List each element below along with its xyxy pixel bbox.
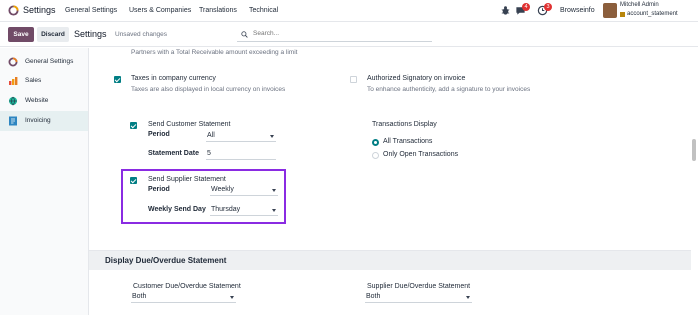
debug-bug-icon[interactable] <box>500 5 511 16</box>
chevron-down-icon <box>272 209 276 212</box>
company-switcher[interactable]: Browseinfo <box>560 7 595 14</box>
sidebar-item-general-settings[interactable]: General Settings <box>0 52 88 72</box>
all-transactions-radio[interactable] <box>372 139 379 146</box>
section-title: Display Due/Overdue Statement <box>105 256 227 265</box>
main-scrollbar-track[interactable] <box>691 48 698 315</box>
sidebar-item-label: General Settings <box>25 58 74 65</box>
sidebar-item-label: Invoicing <box>25 117 51 124</box>
menu-users-companies[interactable]: Users & Companies <box>129 7 191 14</box>
main-scrollbar-thumb[interactable] <box>692 139 696 161</box>
supplier-due-select[interactable]: Both <box>365 292 472 303</box>
open-transactions-radio[interactable] <box>372 152 379 159</box>
save-button[interactable]: Save <box>8 27 34 42</box>
statement-date-label: Statement Date <box>148 150 199 157</box>
signatory-title: Authorized Signatory on invoice <box>367 75 466 82</box>
statement-date-value: 5 <box>207 150 211 157</box>
sidebar-item-label: Sales <box>25 77 42 84</box>
search-icon <box>241 31 248 38</box>
sidebar-item-invoicing[interactable]: Invoicing <box>0 111 88 131</box>
supplier-statement-title: Send Supplier Statement <box>148 176 226 183</box>
transactions-display-title: Transactions Display <box>372 121 437 128</box>
all-transactions-label[interactable]: All Transactions <box>383 138 432 145</box>
customer-statement-checkbox[interactable] <box>130 122 137 129</box>
taxes-currency-checkbox[interactable] <box>114 76 121 83</box>
signatory-checkbox[interactable] <box>350 76 357 83</box>
menu-general-settings[interactable]: General Settings <box>65 7 117 14</box>
weekly-send-day-value: Thursday <box>211 206 241 213</box>
invoicing-icon <box>9 116 17 126</box>
top-navbar: Settings General Settings Users & Compan… <box>0 0 698 22</box>
menu-translations[interactable]: Translations <box>199 7 237 14</box>
app-title[interactable]: Settings <box>23 5 56 15</box>
database-icon <box>620 12 625 17</box>
control-panel: Save Discard Settings Unsaved changes <box>0 22 698 47</box>
open-transactions-label[interactable]: Only Open Transactions <box>383 151 458 158</box>
customer-due-select[interactable]: Both <box>131 292 236 303</box>
supplier-statement-checkbox[interactable] <box>130 177 137 184</box>
database-name: account_statement <box>627 11 678 17</box>
chat-count-badge: 4 <box>522 3 530 11</box>
statement-date-input[interactable]: 5 <box>206 149 276 160</box>
taxes-currency-title: Taxes in company currency <box>131 75 216 82</box>
taxes-currency-desc: Taxes are also displayed in local curren… <box>131 86 286 93</box>
supplier-period-select[interactable]: Weekly <box>210 185 278 196</box>
user-avatar[interactable] <box>603 3 617 18</box>
supplier-due-label: Supplier Due/Overdue Statement <box>367 283 471 290</box>
chevron-down-icon <box>270 135 274 138</box>
weekly-send-day-label: Weekly Send Day <box>148 206 206 213</box>
odoo-logo-icon <box>8 57 18 67</box>
chevron-down-icon <box>230 296 234 299</box>
user-name[interactable]: Mitchell Admin <box>620 2 659 8</box>
supplier-period-value: Weekly <box>211 186 234 193</box>
sales-icon <box>9 77 18 85</box>
discard-button[interactable]: Discard <box>37 27 69 42</box>
supplier-period-label: Period <box>148 186 170 193</box>
customer-due-label: Customer Due/Overdue Statement <box>133 283 241 290</box>
chevron-down-icon <box>466 296 470 299</box>
sidebar-item-label: Website <box>25 97 49 104</box>
sidebar-item-sales[interactable]: Sales <box>0 71 88 91</box>
search-input[interactable] <box>253 30 423 37</box>
weekly-send-day-select[interactable]: Thursday <box>210 205 278 216</box>
customer-period-label: Period <box>148 131 170 138</box>
chevron-down-icon <box>272 189 276 192</box>
settings-sidebar: General Settings Sales Website Invoicing <box>0 48 89 315</box>
customer-statement-title: Send Customer Statement <box>148 121 231 128</box>
activity-count-badge: 3 <box>544 3 552 11</box>
customer-period-value: All <box>207 132 215 139</box>
website-icon <box>9 96 17 106</box>
page-title: Settings <box>74 29 107 39</box>
customer-period-select[interactable]: All <box>206 131 276 142</box>
customer-due-value: Both <box>132 293 147 300</box>
unsaved-status: Unsaved changes <box>115 31 168 38</box>
signatory-desc: To enhance authenticity, add a signature… <box>367 86 531 93</box>
apps-menu-icon[interactable] <box>8 5 19 16</box>
menu-technical[interactable]: Technical <box>249 7 278 14</box>
sidebar-item-website[interactable]: Website <box>0 91 88 111</box>
partial-description: Partners with a Total Receivable amount … <box>131 49 298 56</box>
supplier-due-value: Both <box>366 293 381 300</box>
